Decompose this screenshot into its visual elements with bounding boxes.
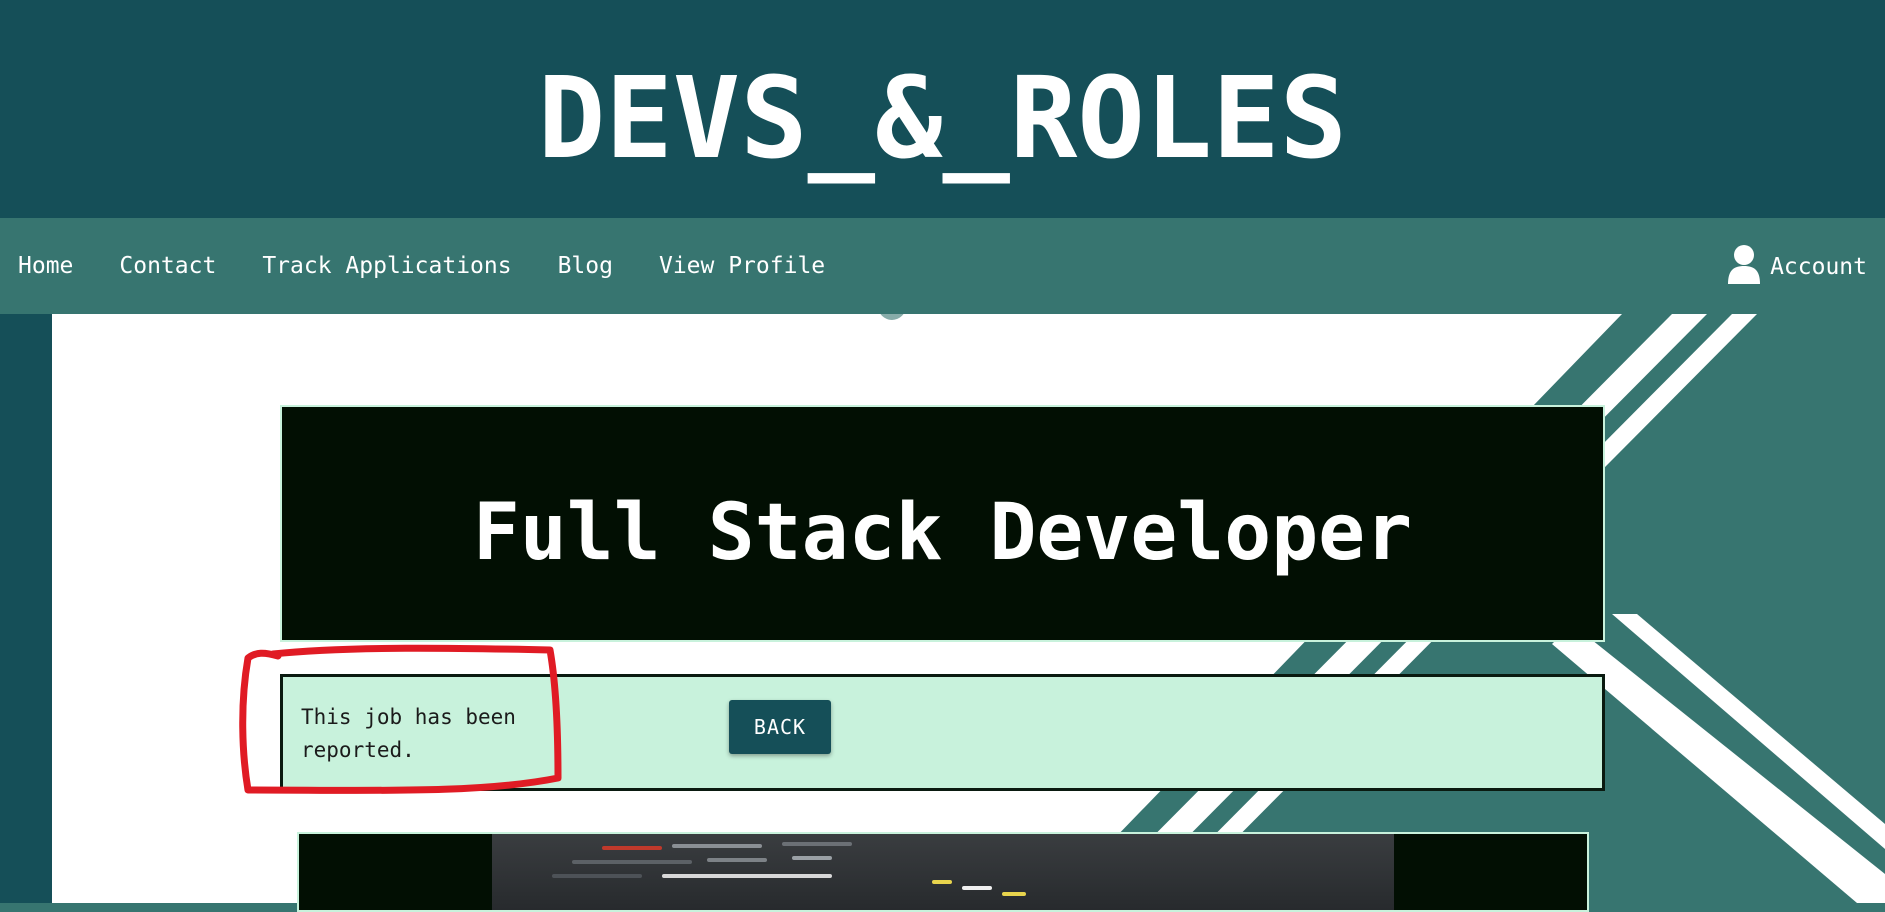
nav-link-view-profile[interactable]: View Profile: [659, 253, 825, 279]
nav-link-home[interactable]: Home: [18, 253, 73, 279]
job-title-banner: Full Stack Developer: [280, 405, 1605, 642]
nav-link-contact[interactable]: Contact: [119, 253, 216, 279]
account-link[interactable]: Account: [1728, 244, 1867, 290]
account-label: Account: [1770, 254, 1867, 280]
nav-link-blog[interactable]: Blog: [558, 253, 613, 279]
job-title: Full Stack Developer: [472, 487, 1413, 578]
user-icon: [1728, 244, 1770, 290]
main-nav: Home Contact Track Applications Blog Vie…: [0, 218, 1885, 314]
code-screenshot-image: [492, 834, 1394, 910]
job-image-frame: [297, 832, 1589, 912]
nav-link-track-applications[interactable]: Track Applications: [262, 253, 511, 279]
site-title: DEVS_&_ROLES: [537, 54, 1348, 184]
site-header: DEVS_&_ROLES: [0, 0, 1885, 218]
left-strip: [0, 314, 52, 903]
back-button[interactable]: BACK: [729, 700, 831, 754]
nav-links: Home Contact Track Applications Blog Vie…: [0, 253, 871, 279]
red-highlight-annotation: [239, 644, 562, 794]
